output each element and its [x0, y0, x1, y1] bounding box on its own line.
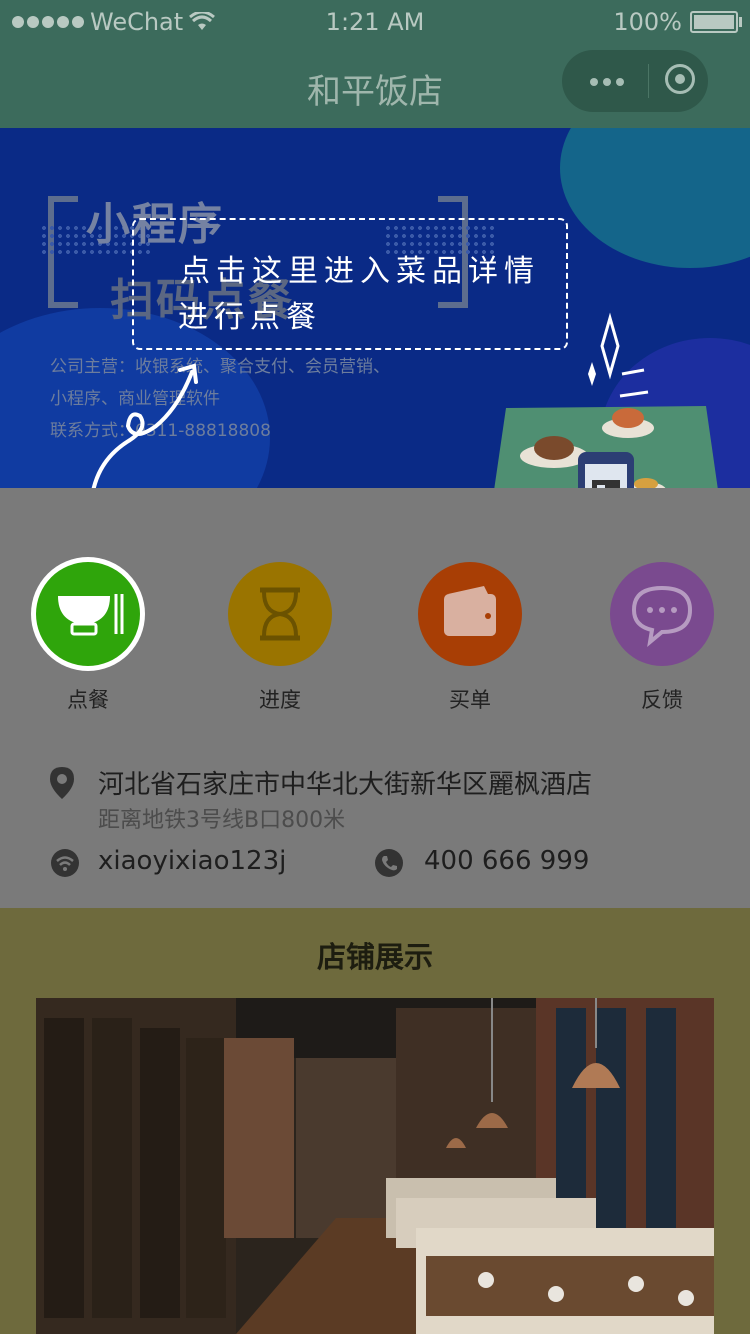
location-pin-icon [50, 767, 74, 799]
chat-bubble-icon [631, 585, 693, 647]
close-miniprogram-icon[interactable] [665, 64, 695, 94]
store-info: 河北省石家庄市中华北大街新华区麗枫酒店 距离地铁3号线B口800米 xiaoyi… [0, 738, 750, 908]
status-bar: WeChat 1:21 AM 100% [0, 0, 750, 42]
store-photo[interactable] [36, 998, 714, 1334]
wifi-password[interactable]: xiaoyixiao123j [98, 846, 286, 876]
wifi-icon [51, 849, 79, 877]
battery-label: 100% [613, 8, 682, 36]
menu-icon-circle [36, 562, 140, 666]
tap-hint-line-1: 点击这里进入菜品详情 [180, 254, 540, 289]
section-title: 店铺展示 [316, 940, 433, 974]
restaurant-interior-image [36, 998, 714, 1334]
phone-number[interactable]: 400 666 999 [424, 846, 589, 876]
menu-label-progress: 进度 [259, 688, 301, 712]
miniprogram-capsule [562, 50, 708, 112]
banner-shape [560, 128, 750, 268]
menu-label-pay: 买单 [449, 688, 491, 712]
address-text: 河北省石家庄市中华北大街新华区麗枫酒店 [98, 770, 593, 800]
menu-item-progress[interactable]: 进度 [228, 562, 332, 714]
hourglass-icon [260, 587, 300, 641]
menu-icon-circle [610, 562, 714, 666]
menu-icon-circle [418, 562, 522, 666]
battery-icon [690, 11, 742, 33]
function-menu: 点餐 进度 买单 反馈 [0, 488, 750, 738]
capsule-divider [648, 64, 649, 98]
store-showcase: 店铺展示 [0, 908, 750, 1334]
menu-icon-circle [228, 562, 332, 666]
bowl-icon [58, 594, 124, 636]
menu-item-pay[interactable]: 买单 [418, 562, 522, 714]
menu-label-feedback: 反馈 [641, 688, 683, 712]
menu-item-feedback[interactable]: 反馈 [610, 562, 714, 714]
phone-icon [375, 849, 403, 877]
status-right: 100% [613, 8, 742, 36]
subway-distance: 距离地铁3号线B口800米 [98, 808, 346, 833]
wallet-icon [444, 586, 496, 636]
top-bar: WeChat 1:21 AM 100% 和平饭店 [0, 0, 750, 128]
menu-label-order: 点餐 [67, 688, 109, 712]
more-icon[interactable] [590, 78, 624, 86]
menu-item-order[interactable]: 点餐 [36, 562, 140, 714]
